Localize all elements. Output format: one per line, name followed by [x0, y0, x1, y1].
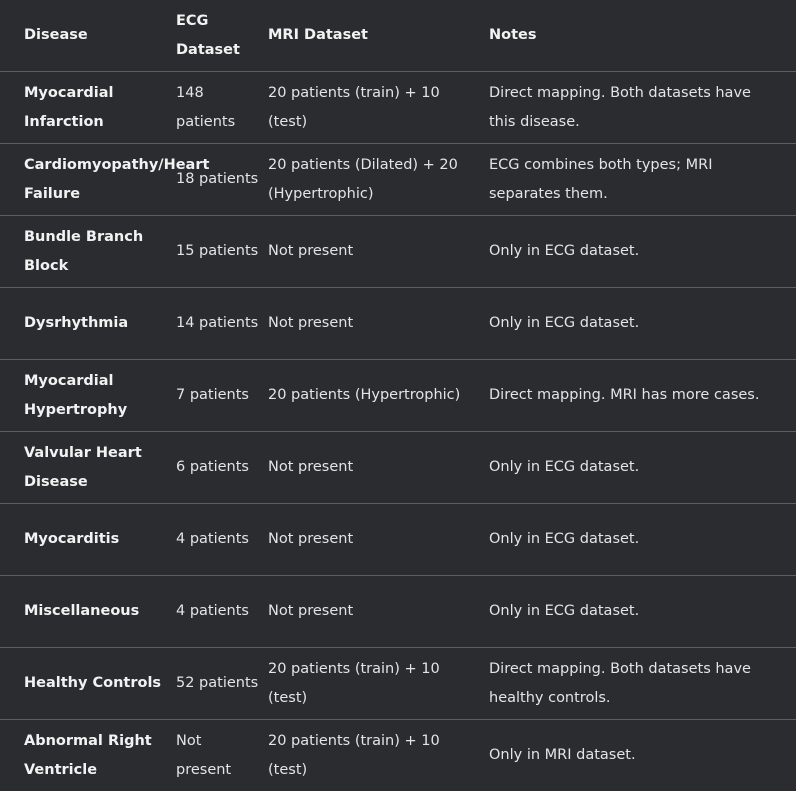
cell-ecg-dataset: 4 patients: [176, 576, 268, 648]
table-row: Myocardial Infarction148 patients20 pati…: [0, 72, 796, 144]
table-header: Disease ECG Dataset MRI Dataset Notes: [0, 0, 796, 72]
cell-mri-dataset: Not present: [268, 288, 489, 360]
cell-ecg-dataset: 14 patients: [176, 288, 268, 360]
header-ecg-dataset: ECG Dataset: [176, 0, 268, 72]
cell-notes: Only in ECG dataset.: [489, 504, 796, 576]
header-notes: Notes: [489, 0, 796, 72]
cell-disease: Valvular Heart Disease: [0, 432, 176, 504]
cell-mri-dataset: 20 patients (Dilated) + 20 (Hypertrophic…: [268, 144, 489, 216]
table-row: Valvular Heart Disease6 patientsNot pres…: [0, 432, 796, 504]
cell-disease: Abnormal Right Ventricle: [0, 720, 176, 791]
cell-notes: Only in ECG dataset.: [489, 432, 796, 504]
cell-ecg-dataset: 15 patients: [176, 216, 268, 288]
cell-disease: Miscellaneous: [0, 576, 176, 648]
table-row: Dysrhythmia14 patientsNot presentOnly in…: [0, 288, 796, 360]
cell-mri-dataset: 20 patients (train) + 10 (test): [268, 720, 489, 791]
header-disease: Disease: [0, 0, 176, 72]
cell-ecg-dataset: 148 patients: [176, 72, 268, 144]
cell-ecg-dataset: 4 patients: [176, 504, 268, 576]
cell-disease: Myocardial Hypertrophy: [0, 360, 176, 432]
cell-notes: Only in ECG dataset.: [489, 216, 796, 288]
cell-mri-dataset: Not present: [268, 576, 489, 648]
cell-mri-dataset: Not present: [268, 216, 489, 288]
cell-ecg-dataset: Not present: [176, 720, 268, 791]
table-row: Miscellaneous4 patientsNot presentOnly i…: [0, 576, 796, 648]
cell-notes: Only in ECG dataset.: [489, 576, 796, 648]
cell-disease: Healthy Controls: [0, 648, 176, 720]
cell-disease: Myocardial Infarction: [0, 72, 176, 144]
table-body: Myocardial Infarction148 patients20 pati…: [0, 72, 796, 791]
cell-mri-dataset: Not present: [268, 432, 489, 504]
table-row: Myocardial Hypertrophy7 patients20 patie…: [0, 360, 796, 432]
cell-notes: Only in ECG dataset.: [489, 288, 796, 360]
cell-disease: Cardiomyopathy/Heart Failure: [0, 144, 176, 216]
cell-notes: Direct mapping. Both datasets have healt…: [489, 648, 796, 720]
cell-mri-dataset: 20 patients (train) + 10 (test): [268, 648, 489, 720]
cell-mri-dataset: 20 patients (Hypertrophic): [268, 360, 489, 432]
cell-mri-dataset: 20 patients (train) + 10 (test): [268, 72, 489, 144]
cell-ecg-dataset: 6 patients: [176, 432, 268, 504]
cell-disease: Dysrhythmia: [0, 288, 176, 360]
dataset-comparison-table: Disease ECG Dataset MRI Dataset Notes My…: [0, 0, 796, 791]
table-row: Healthy Controls52 patients20 patients (…: [0, 648, 796, 720]
cell-notes: Direct mapping. MRI has more cases.: [489, 360, 796, 432]
header-row: Disease ECG Dataset MRI Dataset Notes: [0, 0, 796, 72]
table-row: Cardiomyopathy/Heart Failure18 patients2…: [0, 144, 796, 216]
header-mri-dataset: MRI Dataset: [268, 0, 489, 72]
table-row: Abnormal Right VentricleNot present20 pa…: [0, 720, 796, 791]
cell-ecg-dataset: 52 patients: [176, 648, 268, 720]
cell-notes: Direct mapping. Both datasets have this …: [489, 72, 796, 144]
cell-mri-dataset: Not present: [268, 504, 489, 576]
cell-ecg-dataset: 7 patients: [176, 360, 268, 432]
cell-notes: Only in MRI dataset.: [489, 720, 796, 791]
cell-disease: Myocarditis: [0, 504, 176, 576]
cell-disease: Bundle Branch Block: [0, 216, 176, 288]
table-row: Myocarditis4 patientsNot presentOnly in …: [0, 504, 796, 576]
cell-notes: ECG combines both types; MRI separates t…: [489, 144, 796, 216]
table-row: Bundle Branch Block15 patientsNot presen…: [0, 216, 796, 288]
